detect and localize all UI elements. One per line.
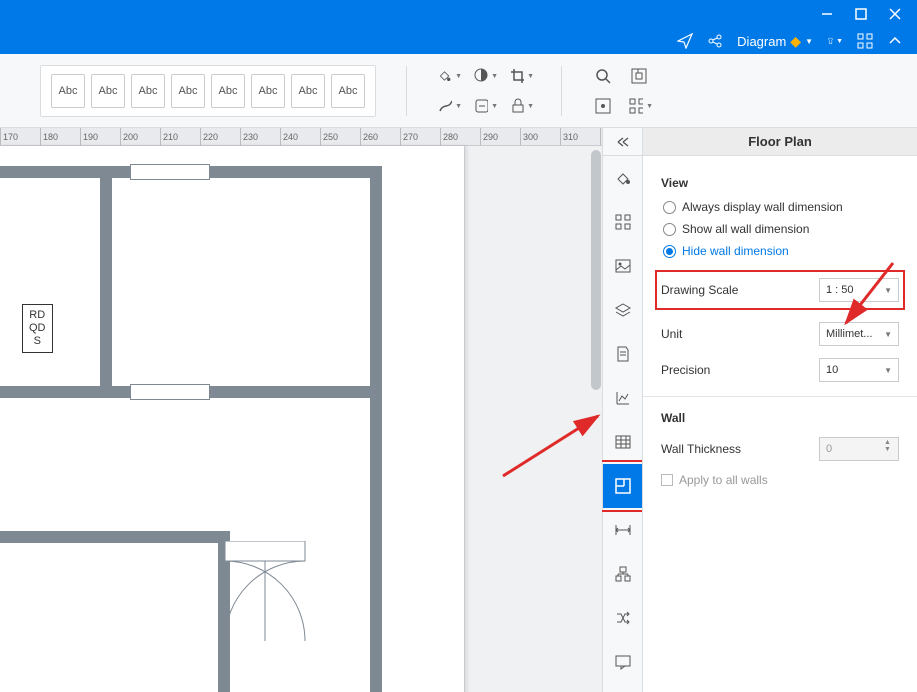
- grid-icon[interactable]: ▼: [628, 95, 650, 117]
- label-line: QD: [29, 322, 46, 335]
- style-preset[interactable]: Abc: [291, 74, 325, 108]
- collapse-up-icon[interactable]: [887, 33, 903, 49]
- precision-row: Precision 10 ▼: [661, 358, 899, 382]
- select-value: Millimet...: [826, 328, 872, 340]
- field-label: Unit: [661, 327, 682, 341]
- label-line: S: [29, 335, 46, 348]
- radio-label: Hide wall dimension: [682, 244, 789, 258]
- radio-icon: [663, 201, 676, 214]
- radio-always-display[interactable]: Always display wall dimension: [661, 200, 899, 214]
- image-tab-icon[interactable]: [603, 244, 643, 288]
- drawing-scale-row: Drawing Scale 1 : 50 ▼: [655, 270, 905, 310]
- apply-all-walls[interactable]: Apply to all walls: [661, 473, 899, 487]
- page-tab-icon[interactable]: [603, 332, 643, 376]
- unit-select[interactable]: Millimet... ▼: [819, 322, 899, 346]
- spinner-value: 0: [826, 443, 832, 455]
- separator: [406, 66, 407, 116]
- style-preset[interactable]: Abc: [51, 74, 85, 108]
- field-label: Drawing Scale: [661, 283, 738, 297]
- wall-thickness-row: Wall Thickness 0 ▲▼: [661, 437, 899, 461]
- shape-style-gallery[interactable]: Abc Abc Abc Abc Abc Abc Abc Abc: [40, 65, 376, 117]
- hierarchy-tab-icon[interactable]: [603, 552, 643, 596]
- chevron-down-icon: ▼: [805, 37, 813, 46]
- tshirt-icon[interactable]: ▼: [827, 33, 843, 49]
- lock-icon[interactable]: ▼: [509, 95, 531, 117]
- unit-row: Unit Millimet... ▼: [661, 322, 899, 346]
- drawing-page[interactable]: RD QD S: [0, 146, 465, 692]
- style-preset[interactable]: Abc: [211, 74, 245, 108]
- main-area: 170180190200 210220230240 250260270280 2…: [0, 128, 917, 692]
- floorplan-tab-icon[interactable]: [603, 464, 643, 508]
- format-toolbar: Abc Abc Abc Abc Abc Abc Abc Abc ▼ ▼ ▼ ▼ …: [0, 54, 917, 128]
- diagram-menu[interactable]: Diagram ◆ ▼: [737, 33, 813, 50]
- select-value: 1 : 50: [826, 284, 854, 296]
- chart-tab-icon[interactable]: [603, 376, 643, 420]
- field-label: Precision: [661, 363, 710, 377]
- checkbox-icon: [661, 474, 673, 486]
- style-preset[interactable]: Abc: [131, 74, 165, 108]
- shadow-icon[interactable]: ▼: [473, 65, 495, 87]
- panel-title: Floor Plan: [643, 128, 917, 156]
- radio-hide[interactable]: Hide wall dimension: [661, 244, 899, 258]
- chevron-down-icon: ▼: [884, 330, 892, 339]
- wall-heading: Wall: [661, 411, 899, 425]
- share-icon[interactable]: [707, 33, 723, 49]
- layers-tab-icon[interactable]: [603, 288, 643, 332]
- apps-icon[interactable]: [857, 33, 873, 49]
- chevron-down-icon: ▼: [884, 286, 892, 295]
- chevron-up-icon[interactable]: ▲: [884, 439, 896, 446]
- minimize-button[interactable]: [819, 6, 835, 22]
- diamond-icon: ◆: [790, 33, 801, 50]
- style-preset[interactable]: Abc: [91, 74, 125, 108]
- horizontal-ruler: 170180190200 210220230240 250260270280 2…: [0, 128, 602, 146]
- fill-icon[interactable]: ▼: [437, 65, 459, 87]
- radio-icon: [663, 223, 676, 236]
- titlebar: Diagram ◆ ▼ ▼: [0, 0, 917, 54]
- layout-tab-icon[interactable]: [603, 200, 643, 244]
- separator: [561, 66, 562, 116]
- radio-label: Always display wall dimension: [682, 200, 843, 214]
- close-button[interactable]: [887, 6, 903, 22]
- chevron-down-icon[interactable]: ▼: [884, 446, 896, 453]
- comment-tab-icon[interactable]: [603, 640, 643, 684]
- fixture-shape: [225, 541, 335, 651]
- precision-select[interactable]: 10 ▼: [819, 358, 899, 382]
- right-tab-strip: [602, 128, 642, 692]
- radio-show-all[interactable]: Show all wall dimension: [661, 222, 899, 236]
- focus-icon[interactable]: [628, 65, 650, 87]
- view-heading: View: [661, 176, 899, 190]
- text-icon[interactable]: ▼: [473, 95, 495, 117]
- style-preset[interactable]: Abc: [331, 74, 365, 108]
- maximize-button[interactable]: [853, 6, 869, 22]
- divider: [643, 396, 917, 397]
- diagram-label: Diagram: [737, 34, 786, 49]
- properties-panel: Floor Plan View Always display wall dime…: [642, 128, 917, 692]
- search-icon[interactable]: [592, 65, 614, 87]
- chevron-down-icon: ▼: [884, 366, 892, 375]
- select-value: 10: [826, 364, 838, 376]
- table-tab-icon[interactable]: [603, 420, 643, 464]
- vertical-scrollbar[interactable]: [590, 146, 602, 692]
- send-icon[interactable]: [677, 33, 693, 49]
- line-icon[interactable]: ▼: [437, 95, 459, 117]
- style-preset[interactable]: Abc: [171, 74, 205, 108]
- label-line: RD: [29, 309, 46, 322]
- field-label: Wall Thickness: [661, 442, 741, 456]
- crop-icon[interactable]: ▼: [509, 65, 531, 87]
- radio-icon: [663, 245, 676, 258]
- label-box[interactable]: RD QD S: [22, 304, 53, 353]
- fit-icon[interactable]: [592, 95, 614, 117]
- checkbox-label: Apply to all walls: [679, 473, 768, 487]
- dimension-tab-icon[interactable]: [603, 508, 643, 552]
- drawing-scale-select[interactable]: 1 : 50 ▼: [819, 278, 899, 302]
- theme-tab-icon[interactable]: [603, 156, 643, 200]
- collapse-panel-icon[interactable]: [603, 128, 643, 156]
- shuffle-tab-icon[interactable]: [603, 596, 643, 640]
- radio-label: Show all wall dimension: [682, 222, 809, 236]
- wall-thickness-input[interactable]: 0 ▲▼: [819, 437, 899, 461]
- canvas[interactable]: 170180190200 210220230240 250260270280 2…: [0, 128, 602, 692]
- style-preset[interactable]: Abc: [251, 74, 285, 108]
